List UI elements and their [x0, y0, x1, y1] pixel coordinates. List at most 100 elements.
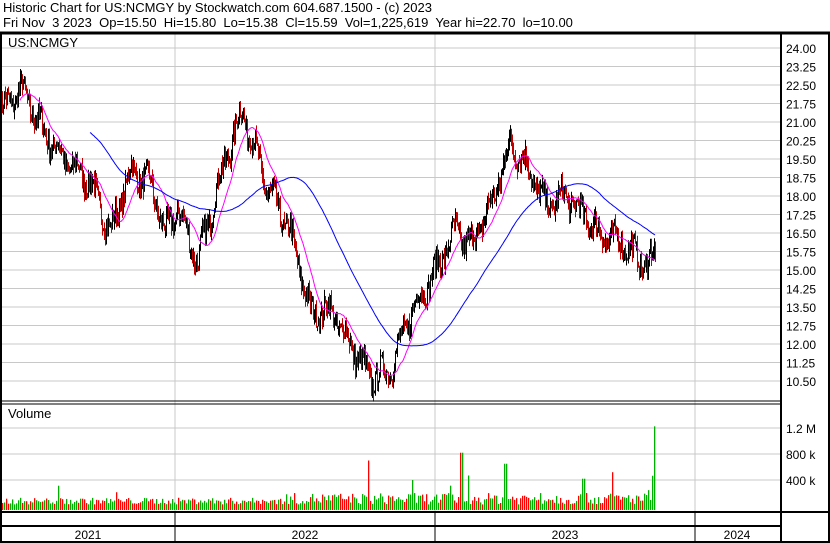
- volume-bar: [446, 494, 448, 510]
- volume-bar: [532, 499, 534, 510]
- volume-bar: [44, 500, 46, 510]
- year-tick-label: 2023: [552, 528, 579, 542]
- volume-bar: [406, 498, 408, 510]
- volume-bar: [466, 501, 468, 510]
- volume-bar: [12, 499, 14, 510]
- volume-bar: [220, 501, 222, 510]
- volume-bar: [630, 502, 632, 510]
- volume-bar: [424, 501, 426, 510]
- volume-bar: [248, 500, 250, 510]
- volume-bar: [604, 497, 606, 510]
- volume-bar: [410, 494, 412, 510]
- volume-bar: [380, 493, 382, 510]
- volume-bar: [452, 494, 454, 510]
- volume-bar: [340, 493, 342, 510]
- volume-bar: [614, 496, 616, 510]
- volume-bar: [142, 501, 144, 510]
- volume-bar: [82, 498, 84, 510]
- volume-bar: [324, 496, 326, 510]
- volume-bar: [522, 495, 524, 510]
- volume-bar: [332, 495, 334, 510]
- volume-bar: [480, 502, 482, 510]
- volume-bar: [206, 502, 208, 510]
- volume-bar: [548, 499, 550, 510]
- volume-bar: [144, 497, 146, 510]
- price-tick-label: 10.50: [786, 375, 816, 389]
- price-tick-label: 21.75: [786, 98, 816, 112]
- volume-bar: [104, 500, 106, 510]
- volume-bar: [56, 500, 58, 510]
- volume-bar: [240, 503, 242, 510]
- volume-bar: [64, 503, 66, 510]
- price-tick-label: 20.25: [786, 135, 816, 149]
- volume-bar: [566, 500, 568, 510]
- volume-bar: [578, 495, 580, 510]
- volume-bar: [342, 498, 344, 510]
- year-tick-label: 2024: [724, 528, 751, 542]
- volume-bar: [298, 504, 300, 510]
- volume-bar: [300, 503, 302, 510]
- volume-bar: [110, 498, 112, 510]
- volume-bar: [96, 499, 98, 510]
- volume-bar: [636, 495, 638, 510]
- volume-bar: [378, 498, 380, 510]
- volume-bar: [270, 500, 272, 510]
- volume-bar: [254, 502, 256, 510]
- volume-bar: [412, 480, 414, 510]
- volume-bar: [546, 501, 548, 510]
- volume-bar: [108, 503, 110, 510]
- volume-bar: [52, 502, 54, 510]
- volume-bar: [84, 499, 86, 510]
- volume-bar: [464, 501, 466, 510]
- volume-bar: [66, 498, 68, 510]
- volume-bar: [584, 478, 586, 510]
- volume-bar: [572, 503, 574, 510]
- volume-bar: [28, 504, 30, 510]
- volume-bar: [654, 426, 656, 510]
- volume-bar: [252, 497, 254, 510]
- volume-bar: [384, 502, 386, 510]
- volume-bar: [528, 497, 530, 510]
- volume-bar: [414, 493, 416, 510]
- volume-bar: [200, 500, 202, 510]
- volume-bar: [178, 497, 180, 510]
- volume-bar: [268, 502, 270, 510]
- volume-bar: [58, 485, 60, 510]
- volume-bar: [450, 485, 452, 510]
- volume-bar: [648, 490, 650, 510]
- volume-bar: [320, 502, 322, 510]
- volume-bar: [638, 496, 640, 510]
- volume-bar: [360, 504, 362, 510]
- volume-bar: [632, 498, 634, 510]
- volume-bar: [176, 504, 178, 510]
- volume-bar: [168, 500, 170, 510]
- volume-bar: [596, 503, 598, 510]
- price-tick-label: 24.00: [786, 42, 816, 56]
- volume-bar: [88, 504, 90, 510]
- volume-bar: [530, 500, 532, 510]
- volume-bar: [622, 496, 624, 510]
- volume-bar: [24, 501, 26, 510]
- volume-bar: [428, 504, 430, 510]
- volume-bar: [626, 497, 628, 510]
- volume-bar: [534, 497, 536, 510]
- volume-bar: [218, 500, 220, 510]
- volume-bar: [600, 503, 602, 510]
- volume-bar: [438, 502, 440, 510]
- volume-bar: [234, 503, 236, 510]
- volume-bar: [352, 493, 354, 510]
- volume-bar: [184, 500, 186, 510]
- volume-bar: [226, 503, 228, 510]
- price-tick-label: 21.00: [786, 116, 816, 130]
- year-tick-label: 2022: [292, 528, 319, 542]
- volume-bar: [22, 503, 24, 510]
- volume-bar: [282, 504, 284, 510]
- volume-bar: [202, 502, 204, 510]
- volume-bar: [348, 496, 350, 510]
- volume-bar: [618, 495, 620, 510]
- volume-bar: [132, 503, 134, 510]
- volume-bar: [540, 493, 542, 510]
- volume-bar: [344, 499, 346, 510]
- volume-bar: [426, 494, 428, 510]
- volume-bar: [8, 503, 10, 510]
